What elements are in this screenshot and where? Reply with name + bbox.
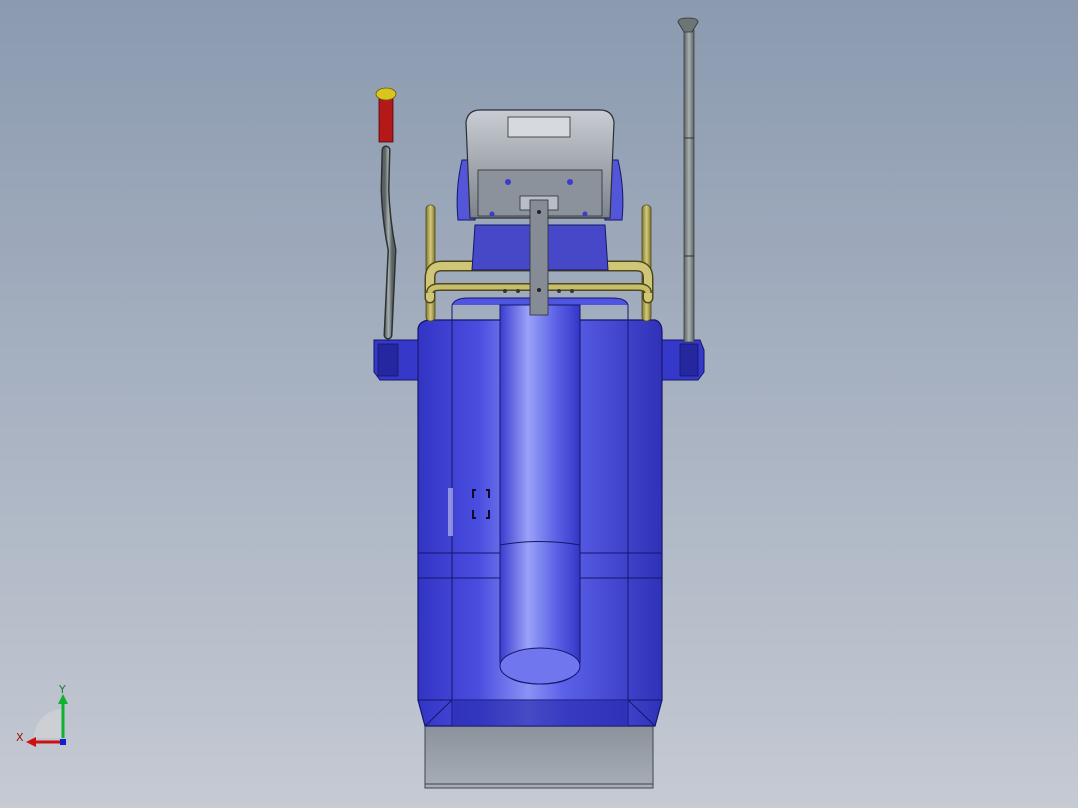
central-cylinder[interactable] (499, 304, 581, 685)
x-axis-arrowhead (26, 737, 36, 747)
left-lever[interactable] (375, 87, 397, 340)
y-axis-label: Y (59, 683, 66, 696)
machine-model[interactable] (0, 0, 1078, 808)
cad-viewport[interactable]: Y X (0, 0, 1078, 808)
right-rod[interactable] (677, 17, 699, 343)
orientation-triad[interactable]: Y X (14, 683, 78, 750)
x-axis-label: X (16, 731, 24, 744)
right-side-clamp[interactable] (661, 339, 705, 381)
z-axis-marker (60, 739, 66, 745)
base-tray[interactable] (424, 721, 654, 789)
left-side-clamp[interactable] (373, 339, 419, 381)
